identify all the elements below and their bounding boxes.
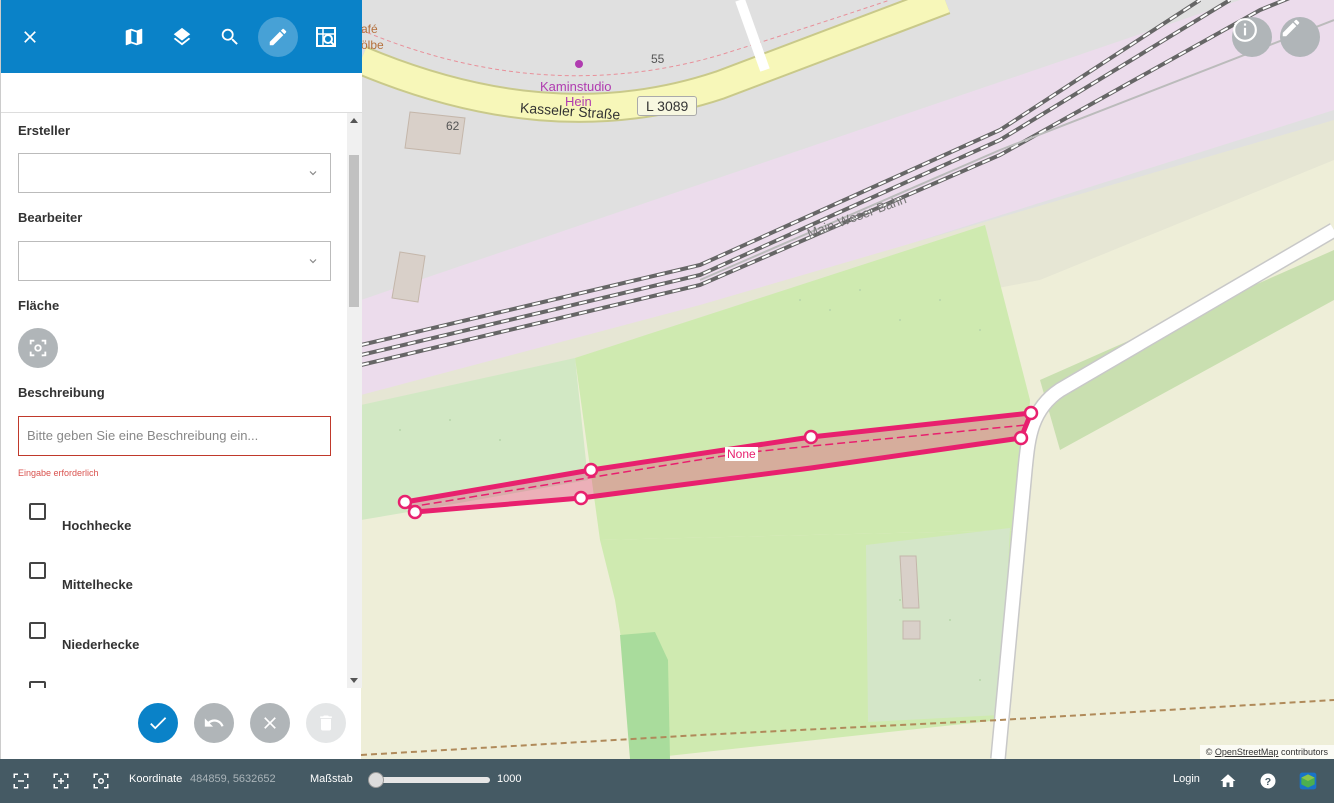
edit-map-button[interactable] [1280, 17, 1320, 57]
close-icon [24, 31, 36, 43]
sidebar-panel: Ersteller Bearbeiter Fläche Beschreibung… [0, 0, 362, 759]
bearbeiter-label: Bearbeiter [18, 210, 83, 225]
search-button[interactable] [210, 17, 250, 57]
undo-button[interactable] [194, 703, 234, 743]
ersteller-label: Ersteller [18, 123, 71, 138]
chevron-down-icon [309, 171, 317, 176]
edit-button[interactable] [258, 17, 298, 57]
help-button[interactable]: ? [1258, 771, 1278, 791]
scrollbar-thumb[interactable] [349, 155, 359, 307]
map-button[interactable] [114, 17, 154, 57]
pencil-icon [1282, 19, 1300, 37]
draw-area-button[interactable] [18, 328, 58, 368]
map-label-house-62: 62 [446, 119, 460, 133]
scale-slider-handle[interactable] [368, 772, 384, 788]
focus-area-icon [29, 339, 47, 357]
app-logo[interactable] [1298, 771, 1318, 791]
attribution-prefix: © [1205, 747, 1213, 757]
checkbox-label-mittelhecke: Mittelhecke [62, 577, 133, 592]
zoom-in-icon [53, 773, 69, 789]
zoom-out-icon [13, 773, 29, 789]
login-link[interactable]: Login [1173, 773, 1200, 785]
cancel-icon [264, 717, 276, 729]
chevron-down-icon [309, 259, 317, 264]
locate-button[interactable] [91, 771, 111, 791]
bearbeiter-select[interactable] [18, 241, 331, 281]
beschreibung-label: Beschreibung [18, 385, 105, 400]
map-label-cafe: afé [361, 22, 378, 36]
scroll-up-arrow[interactable] [350, 118, 358, 123]
edit-icon [269, 28, 287, 46]
check-icon [150, 717, 167, 730]
cancel-button[interactable] [250, 703, 290, 743]
map-icon [125, 28, 143, 46]
zoom-in-button[interactable] [51, 771, 71, 791]
checkbox-partial[interactable] [29, 681, 46, 688]
locate-icon [93, 773, 109, 789]
attribution-link[interactable]: OpenStreetMap [1215, 747, 1279, 757]
flaeche-label: Fläche [18, 298, 60, 313]
feature-label: None [725, 447, 758, 461]
home-icon [1220, 774, 1236, 787]
scale-label: Maßstab [310, 773, 353, 785]
svg-text:?: ? [1265, 776, 1271, 788]
close-button[interactable] [10, 17, 50, 57]
map-search-icon [316, 27, 336, 47]
checkbox-label-niederhecke: Niederhecke [62, 637, 140, 652]
map-attribution: © OpenStreetMap contributors [1199, 745, 1334, 759]
checkbox-niederhecke[interactable] [29, 622, 46, 639]
layers-icon [173, 27, 191, 46]
zoom-out-button[interactable] [11, 771, 31, 791]
map-label-road-ref: L 3089 [637, 96, 698, 116]
map-label-cafe-2: ölbe [361, 38, 384, 52]
search-icon [221, 28, 238, 45]
beschreibung-error: Eingabe erforderlich [18, 468, 99, 478]
checkbox-hochhecke[interactable] [29, 503, 46, 520]
sidebar-toolbar [1, 0, 362, 73]
layers-button[interactable] [162, 17, 202, 57]
home-button[interactable] [1218, 771, 1238, 791]
ersteller-select[interactable] [18, 153, 331, 193]
delete-icon [320, 715, 332, 731]
save-button[interactable] [138, 703, 178, 743]
map-search-button[interactable] [306, 17, 346, 57]
checkbox-label-hochhecke: Hochhecke [62, 518, 132, 533]
info-icon [1233, 18, 1257, 42]
coordinate-value: 484859, 5632652 [190, 773, 276, 785]
scroll-down-arrow[interactable] [350, 678, 358, 683]
form-scrollbar[interactable] [347, 113, 362, 688]
undo-icon [204, 718, 224, 727]
help-icon: ? [1260, 773, 1276, 789]
scale-value: 1000 [497, 773, 522, 785]
map-label-house-55: 55 [651, 52, 665, 66]
coordinate-label: Koordinate [129, 773, 183, 785]
edit-form: Ersteller Bearbeiter Fläche Beschreibung… [1, 113, 347, 688]
logo-icon [1299, 772, 1317, 790]
scale-slider[interactable] [372, 777, 490, 783]
status-bar: Koordinate 484859, 5632652 Maßstab 1000 … [0, 759, 1334, 803]
checkbox-mittelhecke[interactable] [29, 562, 46, 579]
sidebar-subheader [1, 73, 362, 113]
map-label-kaminstudio: Kaminstudio [540, 79, 612, 94]
info-button[interactable] [1232, 17, 1272, 57]
delete-button[interactable] [306, 703, 346, 743]
beschreibung-input[interactable]: Bitte geben Sie eine Beschreibung ein... [18, 416, 331, 456]
attribution-suffix: contributors [1280, 747, 1328, 757]
